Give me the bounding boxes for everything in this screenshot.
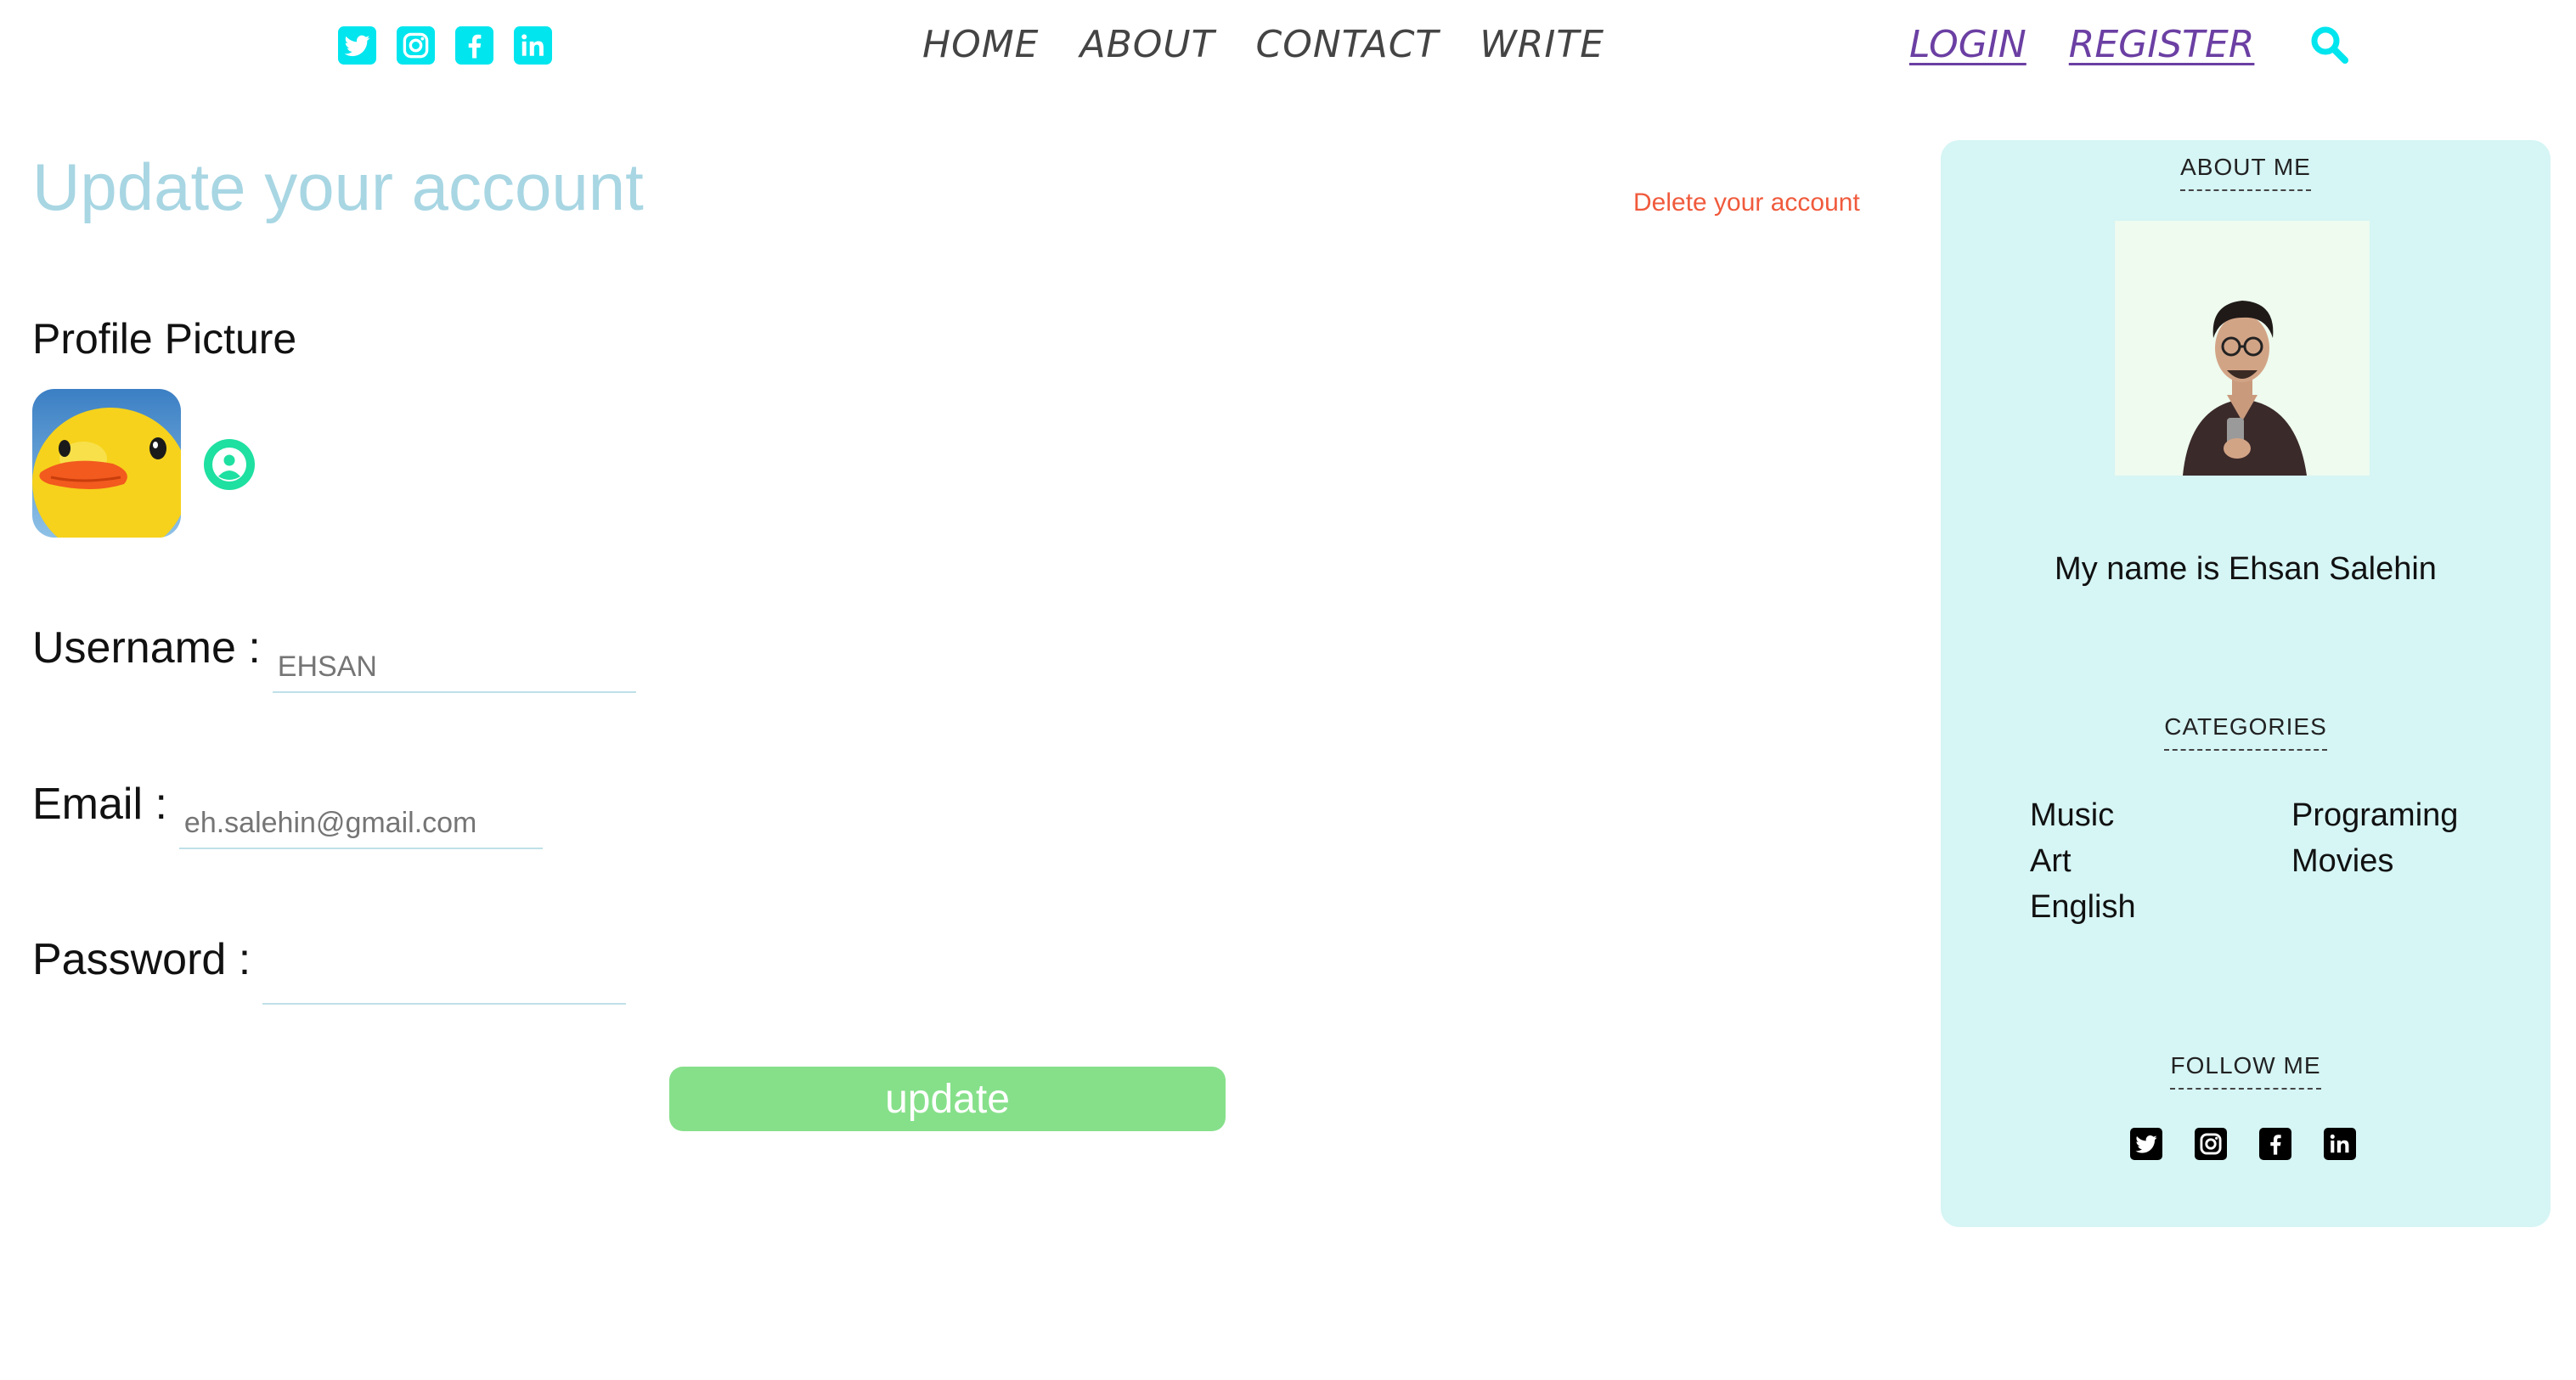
nav-about[interactable]: ABOUT <box>1079 15 1215 75</box>
instagram-icon[interactable] <box>2195 1128 2227 1160</box>
username-label: Username : <box>32 623 261 673</box>
follow-me-heading: FOLLOW ME <box>1941 1052 2551 1090</box>
instagram-icon[interactable] <box>397 26 435 65</box>
main-nav: HOME ABOUT CONTACT WRITE <box>922 15 1604 75</box>
author-description: My name is Ehsan Salehin <box>2055 551 2437 587</box>
top-navbar: HOME ABOUT CONTACT WRITE LOGIN REGISTER <box>0 0 2576 93</box>
category-movies[interactable]: Movies <box>2291 840 2506 882</box>
about-me-heading: ABOUT ME <box>1941 154 2551 191</box>
categories-list: Music Programing Art Movies English <box>2030 794 2506 928</box>
username-input[interactable] <box>272 642 636 693</box>
header-social-links <box>338 26 552 65</box>
login-link[interactable]: LOGIN <box>1909 15 2026 75</box>
facebook-icon[interactable] <box>455 26 493 65</box>
sidebar: ABOUT ME My name is Ehsan Salehin CATEGO… <box>1941 140 2551 1227</box>
sidebar-social-links <box>2130 1128 2356 1160</box>
twitter-icon[interactable] <box>2130 1128 2162 1160</box>
linkedin-icon[interactable] <box>2324 1128 2356 1160</box>
category-english[interactable]: English <box>2030 886 2291 928</box>
category-art[interactable]: Art <box>2030 840 2291 882</box>
nav-contact[interactable]: CONTACT <box>1255 15 1439 75</box>
page-title: Update your account <box>32 149 644 224</box>
nav-home[interactable]: HOME <box>922 15 1039 75</box>
password-input[interactable] <box>262 954 627 1005</box>
profile-avatar <box>32 389 181 538</box>
categories-heading: CATEGORIES <box>1941 713 2551 751</box>
twitter-icon[interactable] <box>338 26 376 65</box>
profile-picture-label: Profile Picture <box>32 315 297 363</box>
categories-title: CATEGORIES <box>2164 713 2327 751</box>
category-music[interactable]: Music <box>2030 794 2291 836</box>
about-me-title: ABOUT ME <box>2180 154 2311 191</box>
upload-profile-icon[interactable] <box>202 437 256 492</box>
update-account-form: Update your account Delete your account … <box>32 136 1884 1240</box>
linkedin-icon[interactable] <box>514 26 552 65</box>
update-button[interactable]: update <box>669 1067 1226 1131</box>
nav-write[interactable]: WRITE <box>1480 15 1604 75</box>
search-icon[interactable] <box>2308 24 2351 66</box>
password-row: Password : <box>32 930 627 1005</box>
author-photo <box>2115 221 2370 476</box>
follow-me-title: FOLLOW ME <box>2170 1052 2321 1090</box>
username-row: Username : <box>32 618 636 693</box>
delete-account-link[interactable]: Delete your account <box>1633 189 1860 217</box>
email-input[interactable] <box>178 798 543 849</box>
email-row: Email : <box>32 774 543 849</box>
auth-links: LOGIN REGISTER <box>1909 15 2254 75</box>
password-label: Password : <box>32 935 251 984</box>
facebook-icon[interactable] <box>2259 1128 2291 1160</box>
email-label: Email : <box>32 780 167 829</box>
category-programing[interactable]: Programing <box>2291 794 2506 836</box>
register-link[interactable]: REGISTER <box>2069 15 2255 75</box>
